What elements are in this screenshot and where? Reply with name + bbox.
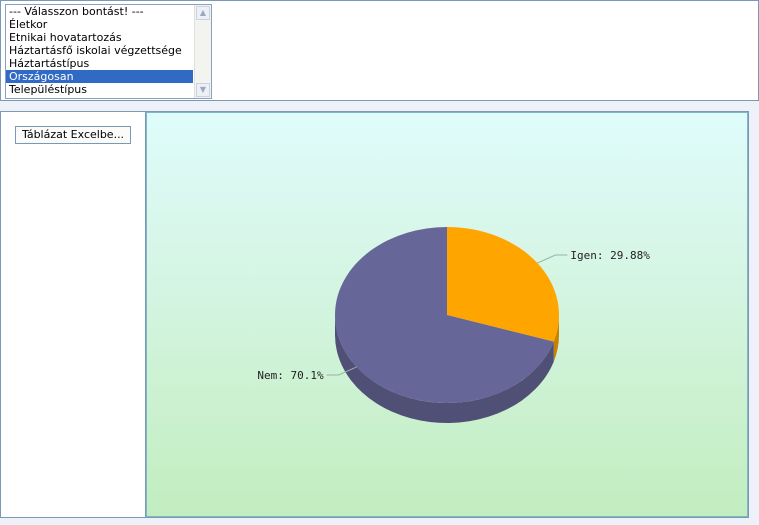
breakdown-option[interactable]: Háztartástípus — [6, 57, 193, 70]
list-scrollbar[interactable]: ▲ ▼ — [194, 5, 211, 98]
export-excel-button[interactable]: Táblázat Excelbe... — [15, 126, 131, 144]
breakdown-option-selected[interactable]: Országosan — [6, 70, 193, 83]
breakdown-option[interactable]: Településtípus — [6, 83, 193, 96]
left-pane: Táblázat Excelbe... — [1, 112, 146, 517]
breakdown-option[interactable]: Életkor — [6, 18, 193, 31]
scroll-down-arrow-icon[interactable]: ▼ — [196, 83, 210, 97]
breakdown-option[interactable]: Háztartásfő iskolai végzettsége — [6, 44, 193, 57]
result-panel: Táblázat Excelbe... Igen: 29.88% Nem: 70.… — [0, 111, 749, 518]
pie-leader-line — [537, 254, 568, 264]
breakdown-select-list[interactable]: --- Válasszon bontást! --- Életkor Etnik… — [5, 4, 212, 99]
breakdown-panel: --- Válasszon bontást! --- Életkor Etnik… — [0, 0, 759, 101]
breakdown-option[interactable]: Etnikai hovatartozás — [6, 31, 193, 44]
breakdown-option[interactable]: --- Válasszon bontást! --- — [6, 5, 193, 18]
chart-area: Igen: 29.88% Nem: 70.1% — [146, 112, 748, 517]
pie-label-igen: Igen: 29.88% — [570, 249, 650, 262]
pie-chart: Igen: 29.88% Nem: 70.1% — [257, 227, 650, 424]
pie-label-nem: Nem: 70.1% — [257, 369, 324, 382]
scroll-up-arrow-icon[interactable]: ▲ — [196, 6, 210, 20]
